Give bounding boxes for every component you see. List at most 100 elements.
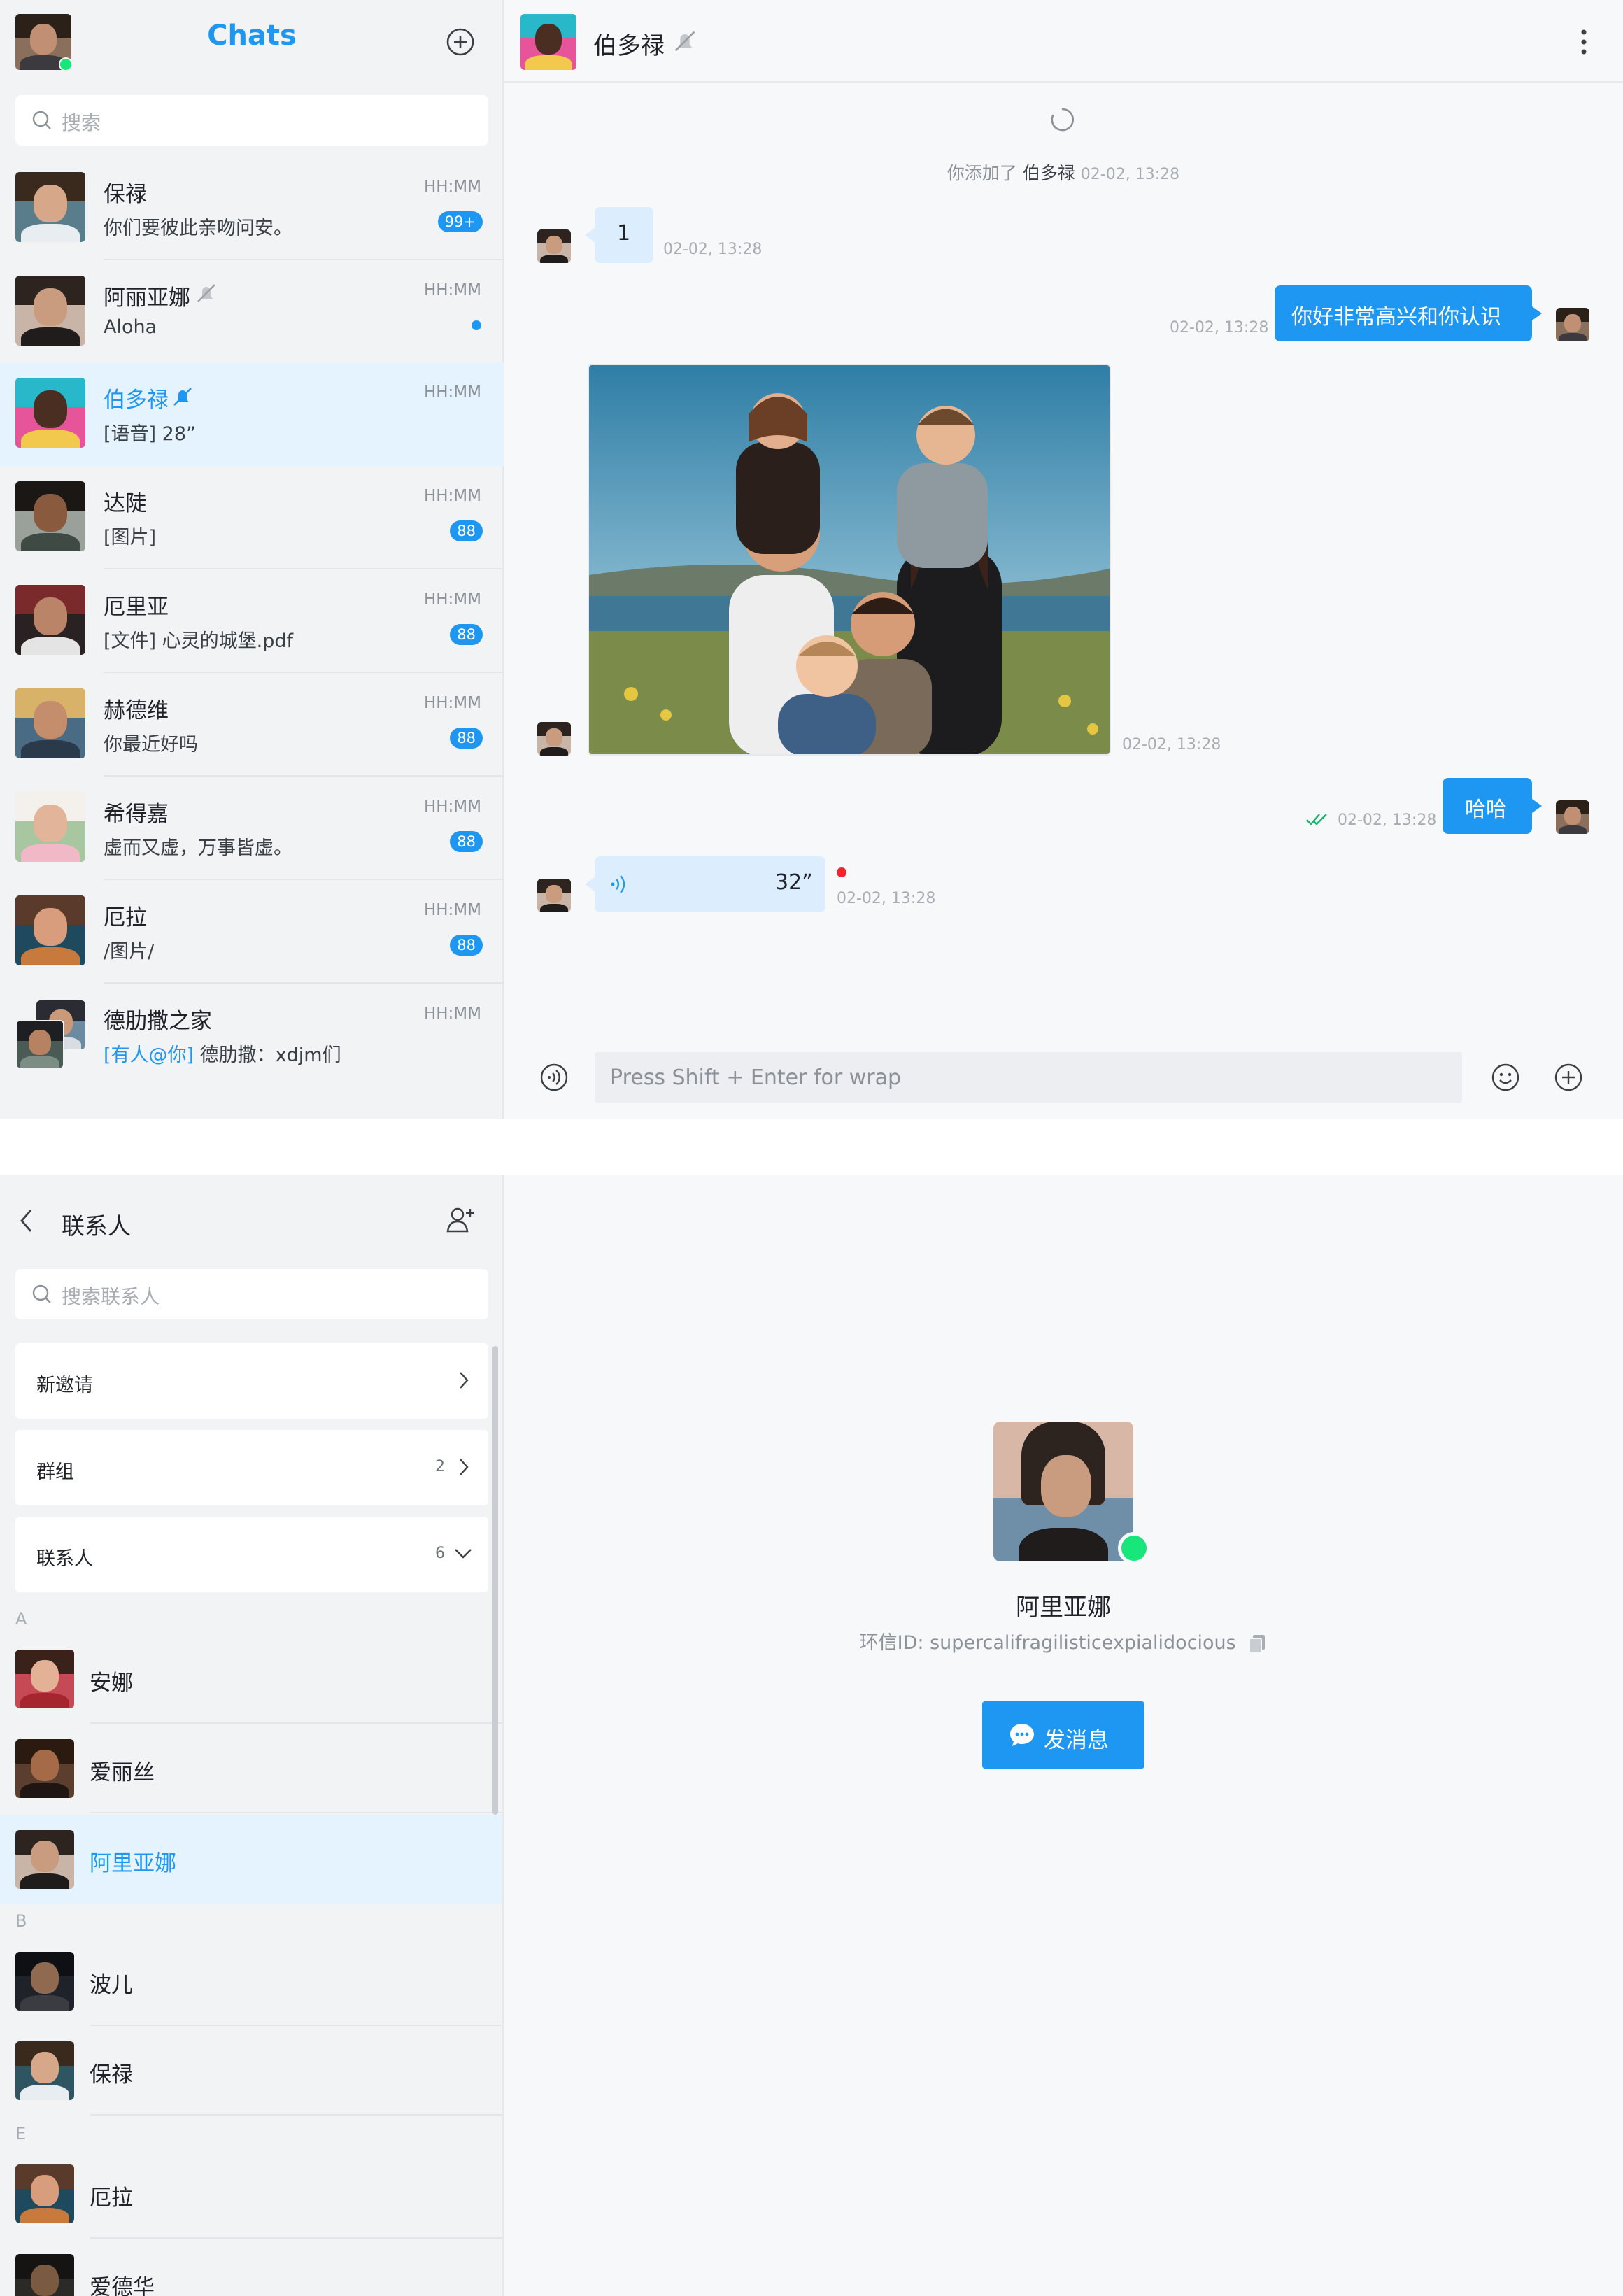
avatar [15, 1739, 74, 1798]
conversation-time: HH:MM [423, 798, 481, 816]
conversation-item[interactable]: 希得嘉 虚而又虚，万事皆虚。 HH:MM 88 [0, 777, 504, 880]
mute-icon [194, 281, 218, 305]
search-placeholder: 搜索 [62, 111, 101, 134]
conversation-name: 保禄 [104, 182, 147, 207]
loading-spinner-icon [1049, 106, 1076, 133]
contact-item[interactable]: 爱丽丝 [0, 1724, 502, 1813]
conversation-preview: 虚而又虚，万事皆虚。 [104, 837, 292, 859]
message-input-field[interactable] [595, 1052, 1462, 1103]
contact-item-selected[interactable]: 阿里亚娜 [0, 1815, 502, 1904]
message-time: 02-02, 13:28 [663, 241, 763, 258]
message-bubble[interactable]: 1 [585, 207, 653, 263]
groups-row[interactable]: 群组 2 [15, 1430, 488, 1505]
conversation-preview: 你们要彼此亲吻问安。 [104, 218, 292, 239]
avatar [15, 2254, 74, 2296]
avatar [15, 585, 85, 655]
chat-list-sidebar: Chats 搜索 保禄 你们要彼此亲吻问安。 HH:MM 99+ 阿丽亚娜 Al… [0, 0, 504, 1119]
contact-search-input[interactable]: 搜索联系人 [15, 1269, 488, 1319]
conversation-title: 伯多禄 [593, 32, 665, 60]
add-contact-icon[interactable] [445, 1205, 477, 1235]
message-time: 02-02, 13:28 [1122, 736, 1221, 753]
emoji-icon[interactable] [1490, 1062, 1521, 1093]
conversation-name: 厄里亚 [104, 595, 169, 620]
online-indicator [59, 57, 73, 71]
conversation-name: 阿丽亚娜 [104, 285, 190, 311]
avatar [15, 378, 85, 448]
conversation-preview: [语音] 28” [104, 423, 196, 445]
message-input[interactable] [595, 1052, 1462, 1103]
conversation-name: 德肋撒之家 [104, 1009, 212, 1034]
mute-icon [672, 28, 698, 55]
conversation-name: 赫德维 [104, 698, 169, 723]
back-chevron-icon[interactable] [18, 1207, 35, 1234]
search-input[interactable]: 搜索 [15, 95, 488, 146]
sender-avatar[interactable] [537, 722, 571, 756]
scrollbar-thumb[interactable] [492, 1346, 498, 1815]
message-bubble[interactable]: 哈哈 [1443, 778, 1542, 834]
message-time: 02-02, 13:28 [837, 890, 936, 907]
voice-message[interactable]: 32” [585, 856, 825, 912]
contact-avatar[interactable] [520, 14, 576, 70]
search-icon [31, 109, 53, 132]
contacts-row[interactable]: 联系人 6 [15, 1517, 488, 1592]
profile-avatar [993, 1422, 1133, 1561]
online-indicator [1118, 1532, 1150, 1564]
avatar [15, 2164, 74, 2223]
conversation-item[interactable]: 厄里亚 [文件] 心灵的城堡.pdf HH:MM 88 [0, 569, 504, 673]
contact-item[interactable]: 波儿 [0, 1936, 502, 2026]
new-invitations-row[interactable]: 新邀请 [15, 1343, 488, 1419]
conversation-name: 伯多禄 [104, 388, 169, 413]
contact-item[interactable]: 保禄 [0, 2026, 502, 2116]
my-message-avatar[interactable] [1556, 308, 1589, 341]
avatar [15, 276, 85, 346]
profile-id: 环信ID: supercalifragilisticexpialidocious [504, 1627, 1623, 1654]
unread-badge: 88 [450, 831, 483, 852]
mention-tag: [有人@你] [104, 1044, 194, 1066]
attach-plus-icon[interactable] [1553, 1062, 1584, 1093]
contact-item[interactable]: 爱德华 [0, 2239, 502, 2296]
conversation-time: HH:MM [423, 281, 481, 299]
more-options-icon[interactable] [1578, 27, 1589, 57]
image-message[interactable] [588, 364, 1111, 756]
send-message-button[interactable]: 发消息 [982, 1701, 1144, 1769]
family-photo [589, 365, 1110, 754]
message-bubble[interactable]: 你好非常高兴和你认识 [1275, 285, 1542, 341]
read-receipt-icon [1305, 812, 1329, 827]
conversation-item[interactable]: 厄拉 /图片/ HH:MM 88 [0, 880, 504, 984]
conversation-preview: Aloha [104, 316, 157, 338]
contact-item[interactable]: 安娜 [0, 1634, 502, 1724]
contact-item[interactable]: 厄拉 [0, 2149, 502, 2239]
conversation-item-active[interactable]: 伯多禄 [语音] 28” HH:MM [0, 362, 504, 466]
my-message-avatar[interactable] [1556, 800, 1589, 834]
conversation-item[interactable]: 达陡 [图片] HH:MM 88 [0, 466, 504, 569]
chevron-right-icon [458, 1370, 470, 1391]
avatar [15, 1952, 74, 2011]
section-letter: B [15, 1911, 27, 1931]
unread-badge: 88 [450, 624, 483, 645]
voice-wave-icon [609, 873, 630, 895]
chevron-down-icon [453, 1547, 473, 1560]
conversation-time: HH:MM [423, 1005, 481, 1023]
conversation-item[interactable]: 保禄 你们要彼此亲吻问安。 HH:MM 99+ [0, 157, 504, 260]
message-time: 02-02, 13:28 [1170, 319, 1269, 336]
contacts-sidebar: 联系人 搜索联系人 新邀请 群组 2 联系人 6 A 安娜 爱丽丝 阿里亚娜 B… [0, 1175, 504, 2296]
search-icon [31, 1283, 53, 1305]
conversation-time: HH:MM [423, 383, 481, 402]
message-time: 02-02, 13:28 [1338, 812, 1437, 829]
add-circle-icon[interactable] [445, 27, 476, 57]
conversation-name: 希得嘉 [104, 802, 169, 827]
conversation-preview: /图片/ [104, 941, 155, 963]
voice-record-icon[interactable] [539, 1062, 569, 1093]
copy-icon[interactable] [1247, 1634, 1267, 1654]
sender-avatar[interactable] [537, 229, 571, 263]
unread-badge: 88 [450, 935, 483, 956]
sender-avatar[interactable] [537, 879, 571, 912]
contacts-count: 6 [435, 1545, 445, 1562]
conversation-name: 厄拉 [104, 905, 147, 930]
conversation-preview: 你最近好吗 [104, 734, 198, 756]
voice-duration: 32” [775, 870, 813, 895]
conversation-item[interactable]: 赫德维 你最近好吗 HH:MM 88 [0, 673, 504, 777]
conversation-item[interactable]: 阿丽亚娜 Aloha HH:MM [0, 260, 504, 364]
conversation-item[interactable]: 德肋撒之家 [有人@你] 德肋撒：xdjm们 HH:MM [0, 984, 504, 1087]
system-notice: 你添加了 伯多禄 02-02, 13:28 [947, 163, 1180, 183]
